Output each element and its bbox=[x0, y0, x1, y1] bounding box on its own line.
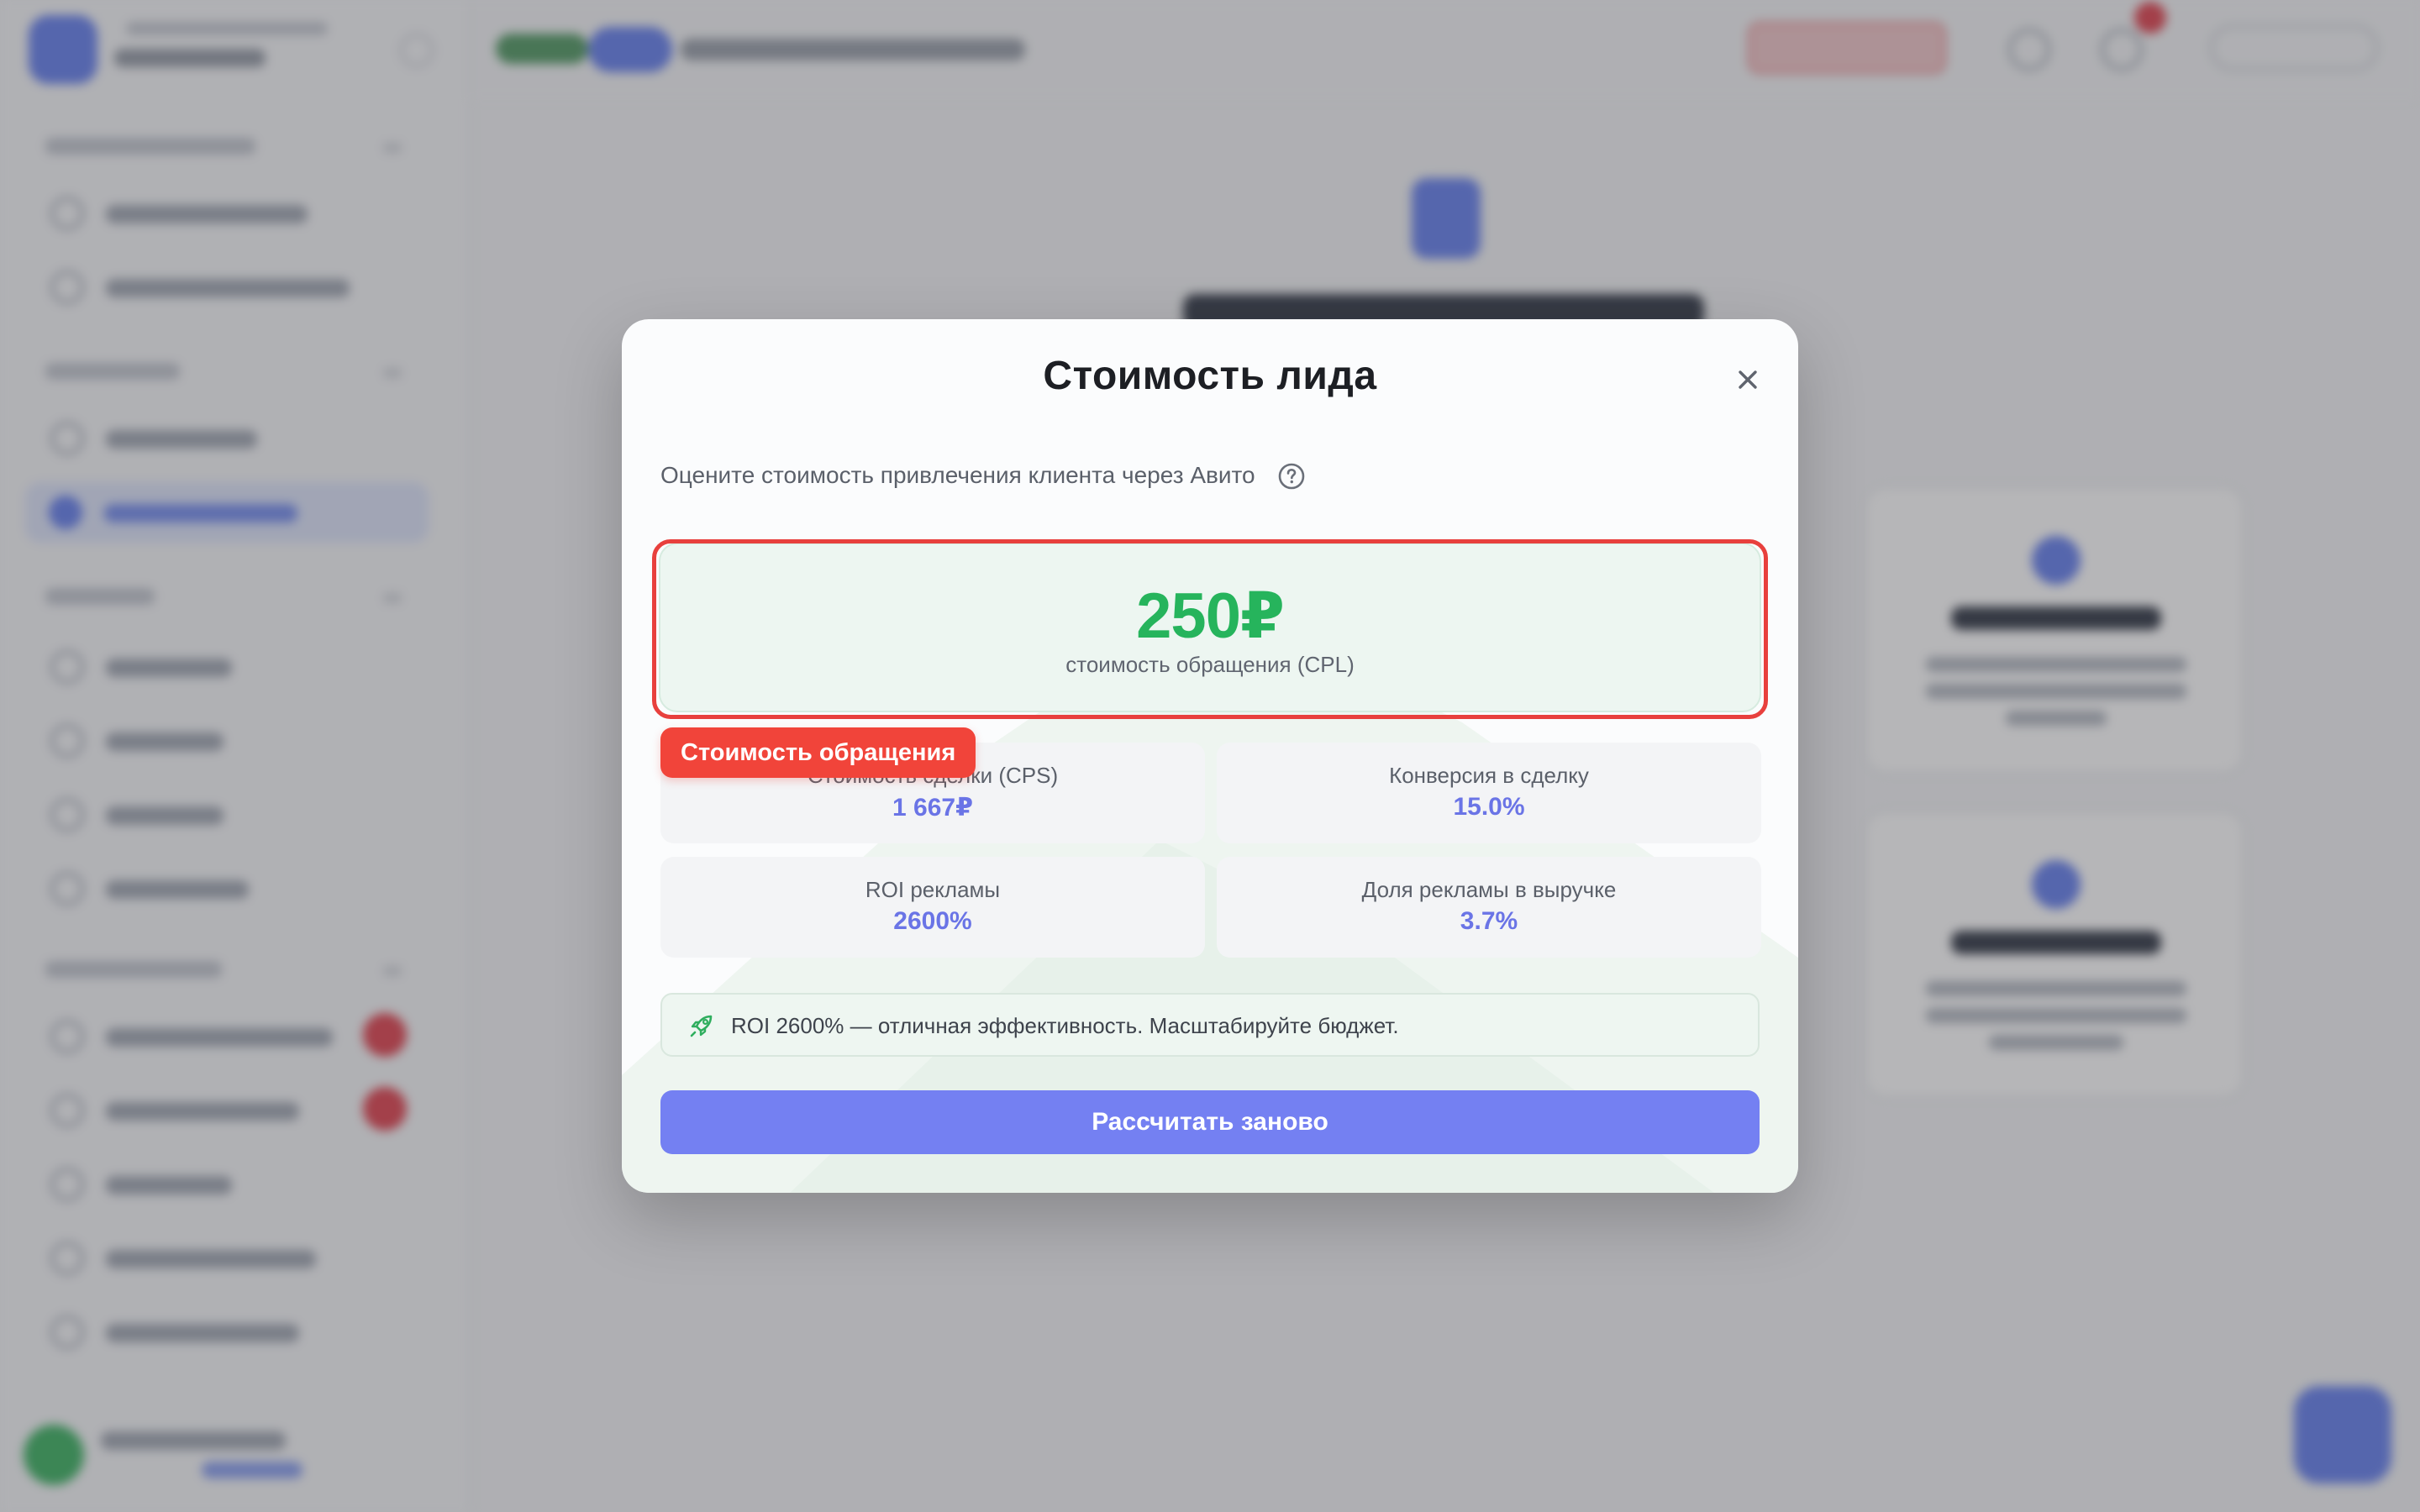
close-icon bbox=[1739, 370, 1757, 389]
stat-value: 15.0% bbox=[1453, 793, 1525, 821]
lead-cost-modal: Стоимость лида Оцените стоимость привлеч… bbox=[622, 319, 1798, 1193]
stat-value: 1 667₽ bbox=[892, 794, 973, 822]
stat-value: 2600% bbox=[893, 907, 972, 935]
stat-label: ROI рекламы bbox=[865, 877, 1001, 902]
recommendation-note: ROI 2600% — отличная эффективность. Масш… bbox=[660, 993, 1760, 1057]
stat-card-conversion: Конверсия в сделку 15.0% bbox=[1217, 743, 1761, 843]
highlight-frame bbox=[652, 539, 1768, 719]
close-button[interactable] bbox=[1728, 360, 1768, 400]
stat-label: Конверсия в сделку bbox=[1389, 763, 1589, 788]
rocket-icon bbox=[690, 1015, 713, 1037]
modal-subtitle: Оцените стоимость привлечения клиента че… bbox=[660, 462, 1255, 488]
note-text: ROI 2600% — отличная эффективность. Масш… bbox=[731, 1013, 1399, 1038]
stat-card-ad-share: Доля рекламы в выручке 3.7% bbox=[1217, 857, 1761, 958]
modal-title: Стоимость лида bbox=[1043, 354, 1377, 398]
highlight-tag: Стоимость обращения bbox=[660, 727, 976, 778]
stat-card-roi: ROI рекламы 2600% bbox=[660, 857, 1205, 958]
question-circle-icon[interactable] bbox=[1277, 462, 1306, 491]
recalculate-button[interactable]: Рассчитать заново bbox=[660, 1090, 1760, 1154]
stat-label: Доля рекламы в выручке bbox=[1361, 877, 1617, 902]
stat-value: 3.7% bbox=[1460, 907, 1518, 935]
